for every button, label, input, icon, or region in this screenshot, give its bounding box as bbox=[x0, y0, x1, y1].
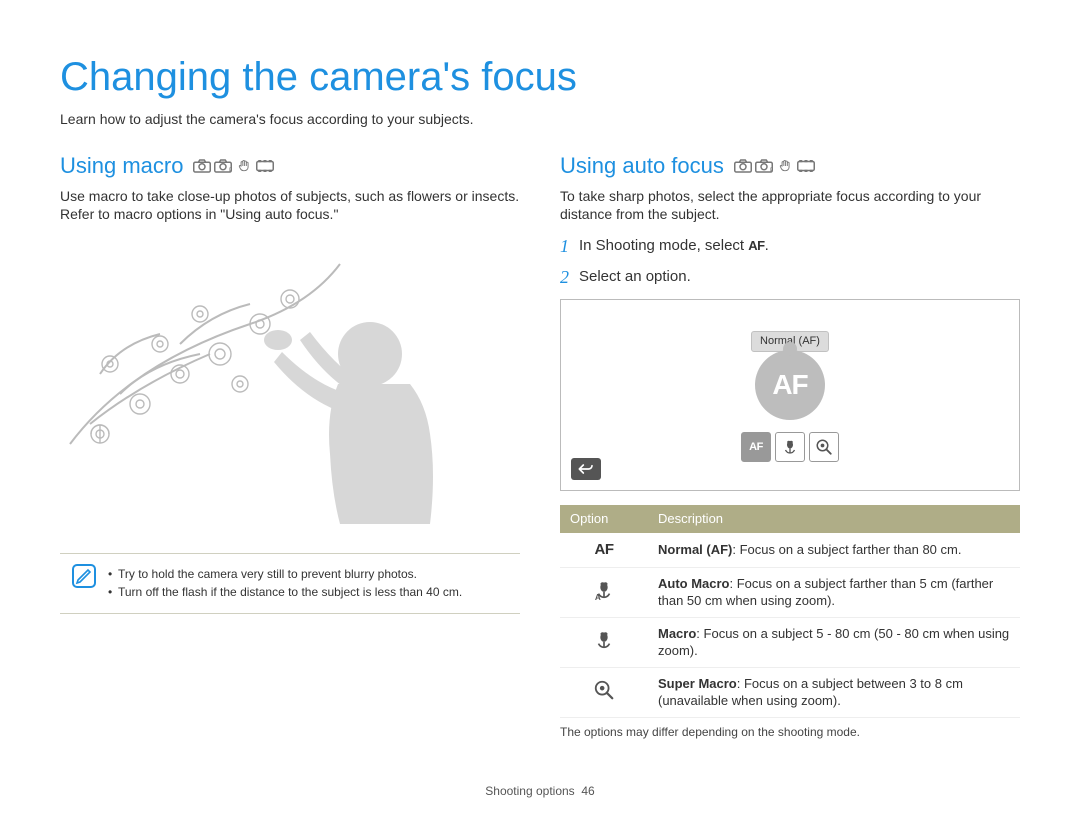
page-title: Changing the camera's focus bbox=[60, 50, 1020, 104]
row-text: : Focus on a subject farther than 80 cm. bbox=[732, 542, 961, 557]
camera-icon bbox=[193, 159, 211, 173]
tulip-icon bbox=[781, 438, 799, 456]
tip-item: Turn off the flash if the distance to th… bbox=[108, 584, 462, 600]
row-icon-cell bbox=[560, 667, 648, 717]
row-bold: Macro bbox=[658, 626, 696, 641]
heading-autofocus-text: Using auto focus bbox=[560, 151, 724, 181]
footer-pagenum: 46 bbox=[581, 784, 594, 798]
preview-tile-af[interactable]: AF bbox=[741, 432, 771, 462]
options-note: The options may differ depending on the … bbox=[560, 724, 1020, 740]
preview-mode-row: AF bbox=[741, 432, 839, 462]
af-text-icon: AF bbox=[595, 540, 614, 560]
tile-af-label: AF bbox=[749, 440, 763, 455]
step-number: 2 bbox=[560, 265, 569, 289]
options-table: Option Description AF Normal (AF): Focus… bbox=[560, 505, 1020, 718]
hand-icon bbox=[235, 159, 253, 173]
row-bold: Super Macro bbox=[658, 676, 737, 691]
table-row: Macro: Focus on a subject 5 - 80 cm (50 … bbox=[560, 617, 1020, 667]
video-icon bbox=[256, 159, 274, 173]
camera-icon bbox=[734, 159, 752, 173]
camera-p-icon bbox=[214, 159, 232, 173]
step-1-post: . bbox=[765, 237, 769, 254]
video-icon bbox=[797, 159, 815, 173]
step-1-pre: In Shooting mode, select bbox=[579, 237, 748, 254]
tulip-icon bbox=[593, 629, 615, 651]
preview-tile-macro[interactable] bbox=[775, 432, 805, 462]
macro-body: Use macro to take close-up photos of sub… bbox=[60, 187, 520, 225]
note-icon bbox=[72, 564, 96, 588]
right-column: Using auto focus To take sharp photos, s… bbox=[560, 151, 1020, 740]
tulip-a-icon bbox=[593, 579, 615, 601]
row-desc: Super Macro: Focus on a subject between … bbox=[648, 667, 1020, 717]
autofocus-mode-icons bbox=[734, 159, 815, 173]
af-preview: Normal (AF) AF AF bbox=[560, 299, 1020, 491]
row-bold: Auto Macro bbox=[658, 576, 730, 591]
step-1: 1 In Shooting mode, select AF. bbox=[560, 234, 1020, 258]
heading-macro-text: Using macro bbox=[60, 151, 183, 181]
step-2: 2 Select an option. bbox=[560, 265, 1020, 289]
th-description: Description bbox=[648, 505, 1020, 533]
preview-back-button[interactable] bbox=[571, 458, 601, 480]
row-desc: Macro: Focus on a subject 5 - 80 cm (50 … bbox=[648, 617, 1020, 667]
step-1-text: In Shooting mode, select AF. bbox=[579, 236, 769, 256]
step-2-text: Select an option. bbox=[579, 267, 691, 287]
hand-icon bbox=[776, 159, 794, 173]
magnify-icon bbox=[593, 679, 615, 701]
row-text: : Focus on a subject 5 - 80 cm (50 - 80 … bbox=[658, 626, 1009, 659]
tip-box: Try to hold the camera very still to pre… bbox=[60, 553, 520, 613]
macro-illustration bbox=[60, 244, 520, 524]
back-icon bbox=[578, 463, 594, 475]
camera-p-icon bbox=[755, 159, 773, 173]
tip-item: Try to hold the camera very still to pre… bbox=[108, 566, 462, 582]
row-icon-cell bbox=[560, 567, 648, 617]
row-bold: Normal (AF) bbox=[658, 542, 732, 557]
af-big-icon: AF bbox=[755, 350, 825, 420]
magnify-icon bbox=[815, 438, 833, 456]
page-intro: Learn how to adjust the camera's focus a… bbox=[60, 110, 1020, 129]
table-row: AF Normal (AF): Focus on a subject farth… bbox=[560, 533, 1020, 568]
heading-using-autofocus: Using auto focus bbox=[560, 151, 1020, 181]
footer-section: Shooting options bbox=[485, 784, 574, 798]
step-number: 1 bbox=[560, 234, 569, 258]
tip-list: Try to hold the camera very still to pre… bbox=[108, 564, 462, 602]
macro-mode-icons bbox=[193, 159, 274, 173]
page-footer: Shooting options 46 bbox=[0, 783, 1080, 799]
preview-tile-supermacro[interactable] bbox=[809, 432, 839, 462]
row-desc: Normal (AF): Focus on a subject farther … bbox=[648, 533, 1020, 568]
table-row: Auto Macro: Focus on a subject farther t… bbox=[560, 567, 1020, 617]
row-desc: Auto Macro: Focus on a subject farther t… bbox=[648, 567, 1020, 617]
row-icon-cell bbox=[560, 617, 648, 667]
th-option: Option bbox=[560, 505, 648, 533]
af-inline-icon: AF bbox=[748, 237, 764, 255]
autofocus-body: To take sharp photos, select the appropr… bbox=[560, 187, 1020, 225]
heading-using-macro: Using macro bbox=[60, 151, 520, 181]
row-icon-cell: AF bbox=[560, 533, 648, 568]
table-row: Super Macro: Focus on a subject between … bbox=[560, 667, 1020, 717]
left-column: Using macro Use macro to take close-up p… bbox=[60, 151, 520, 740]
